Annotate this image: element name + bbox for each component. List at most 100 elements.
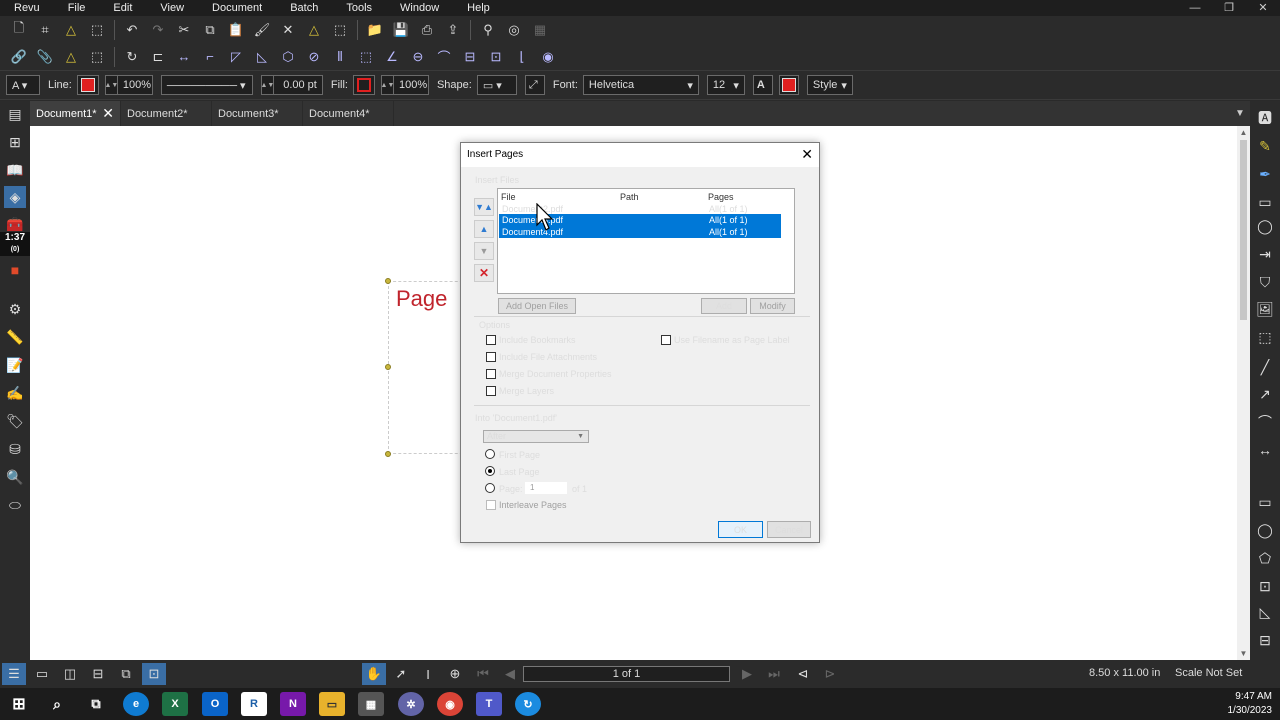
resize-handle[interactable] — [385, 364, 391, 370]
close-icon[interactable]: ✕ — [1246, 0, 1280, 16]
new-document-icon[interactable]: 🗋 — [8, 19, 30, 41]
close-icon[interactable]: ✕ — [801, 146, 813, 163]
attachment-icon[interactable]: 📎 — [34, 46, 56, 68]
search-icon[interactable]: 🔍 — [4, 466, 26, 488]
rectangle-icon[interactable]: ▭ — [1254, 491, 1276, 513]
grid-icon[interactable]: ▦ — [529, 19, 551, 41]
menu-revu[interactable]: Revu — [0, 2, 54, 14]
fill-opacity-field[interactable]: 100% — [392, 75, 429, 95]
onenote-icon[interactable]: N — [280, 692, 306, 716]
link-icon[interactable]: 🔗 — [8, 46, 30, 68]
polyline-icon[interactable]: ⊡ — [1254, 575, 1276, 597]
forward-view-icon[interactable]: ⊳ — [818, 663, 842, 685]
file-explorer-icon[interactable]: ▭ — [319, 692, 345, 716]
undo-icon[interactable]: ↶ — [121, 19, 143, 41]
zoom-icon[interactable]: ⊕ — [443, 663, 467, 685]
measure-corner-icon[interactable]: ⌊ — [511, 46, 533, 68]
stamp-tool-icon[interactable]: ⛉ — [1254, 271, 1276, 293]
cancel-button[interactable]: Cancel — [767, 521, 811, 538]
scroll-down-icon[interactable]: ▼ — [1237, 649, 1250, 658]
signatures-icon[interactable]: ✍ — [4, 382, 26, 404]
measure-length-icon[interactable]: ↔ — [173, 46, 195, 68]
task-view-icon[interactable]: ⧉ — [83, 692, 109, 716]
tab-document4[interactable]: Document4* — [303, 101, 394, 126]
sync-icon[interactable]: ⧉ — [114, 663, 138, 685]
scroll-up-icon[interactable]: ▲ — [1237, 128, 1250, 137]
back-view-icon[interactable]: ⊲ — [791, 663, 815, 685]
resize-handle[interactable] — [385, 451, 391, 457]
measure-width-icon[interactable]: ⊟ — [459, 46, 481, 68]
interleave-checkbox[interactable] — [486, 500, 496, 510]
grid-view-icon[interactable]: ⊞ — [4, 131, 26, 153]
markup-alert-icon[interactable]: △ — [303, 19, 325, 41]
tab-document1[interactable]: Document1* ✕ — [30, 101, 121, 126]
minimize-icon[interactable]: — — [1178, 0, 1212, 16]
menu-tools[interactable]: Tools — [332, 2, 386, 14]
select-icon[interactable]: ⬚ — [86, 19, 108, 41]
crop-icon[interactable]: ⌗ — [34, 19, 56, 41]
windows-start-icon[interactable]: ⊞ — [6, 692, 32, 716]
line-color-picker[interactable] — [76, 75, 99, 95]
fill-opacity-spinner[interactable]: ▲▼ — [381, 75, 394, 95]
tabs-dropdown-icon[interactable]: ▼ — [1230, 101, 1250, 126]
callout-icon[interactable]: ▭ — [1254, 191, 1276, 213]
measure-arc-icon[interactable]: ⌒ — [433, 46, 455, 68]
count-icon[interactable]: ⫴ — [329, 46, 351, 68]
taskbar-clock[interactable]: 9:47 AM 1/30/2023 — [1212, 690, 1273, 718]
line-style-dropdown[interactable]: ───────── ▾ — [160, 75, 253, 95]
image-icon[interactable]: 🖼 — [1254, 298, 1276, 320]
dimension-icon[interactable]: ↔ — [1254, 439, 1276, 461]
line-opacity-field[interactable]: 100% — [116, 75, 153, 95]
edge-icon[interactable]: e — [123, 692, 149, 716]
format-painter-icon[interactable]: 🖌 — [251, 19, 273, 41]
page-indicator[interactable]: 1 of 1 — [523, 666, 730, 682]
settings-icon[interactable]: ✲ — [398, 692, 424, 716]
delete-icon[interactable]: ✕ — [277, 19, 299, 41]
scrollbar-thumb[interactable] — [1240, 140, 1247, 320]
page-number-input[interactable]: 1 — [525, 482, 567, 494]
bluebeam-icon[interactable]: ↻ — [515, 692, 541, 716]
split-vertical-icon[interactable]: ◫ — [58, 663, 82, 685]
paste-icon[interactable]: 📋 — [225, 19, 247, 41]
print-icon[interactable]: ⎙ — [416, 19, 438, 41]
text-style-dropdown[interactable]: A ▾ — [6, 75, 40, 95]
rotate-icon[interactable]: ↻ — [121, 46, 143, 68]
use-filename-checkbox[interactable] — [661, 335, 671, 345]
menu-view[interactable]: View — [146, 2, 198, 14]
menu-help[interactable]: Help — [453, 2, 504, 14]
cloud-icon[interactable]: ◯ — [1254, 215, 1276, 237]
page-markup-text[interactable]: Page — [396, 286, 447, 312]
previous-page-icon[interactable]: ◀ — [498, 663, 522, 685]
snapshot-icon[interactable]: ⬚ — [329, 19, 351, 41]
menu-edit[interactable]: Edit — [99, 2, 146, 14]
add-button[interactable]: Add — [701, 298, 747, 314]
save-icon[interactable]: 💾 — [390, 19, 412, 41]
file-column-header[interactable]: File — [501, 192, 516, 202]
path-column-header[interactable]: Path — [620, 192, 639, 202]
move-to-top-icon[interactable]: ▼▲ — [474, 198, 494, 216]
last-page-icon[interactable]: ⏭ — [762, 663, 786, 685]
crop-view-icon[interactable]: ⊡ — [142, 663, 166, 685]
settings-icon[interactable]: ⚙ — [4, 298, 26, 320]
stamps-icon[interactable]: ⛁ — [4, 438, 26, 460]
line-opacity-spinner[interactable]: ▲▼ — [104, 75, 118, 95]
resize-icon[interactable]: ⤢ — [524, 75, 545, 95]
crop-region-icon[interactable]: ⬚ — [86, 46, 108, 68]
resize-handle[interactable] — [385, 278, 391, 284]
measure-circle-icon[interactable]: ◉ — [537, 46, 559, 68]
ok-button[interactable]: OK — [718, 521, 763, 538]
pan-icon[interactable]: ✋ — [362, 663, 386, 685]
pen-icon[interactable]: ✒ — [1254, 163, 1276, 185]
menu-document[interactable]: Document — [198, 2, 276, 14]
include-bookmarks-checkbox[interactable] — [486, 335, 496, 345]
polygon-icon[interactable]: ⬠ — [1254, 547, 1276, 569]
arc-icon[interactable]: ⌒ — [1254, 411, 1276, 433]
measure-polylength-icon[interactable]: ⌐ — [199, 46, 221, 68]
shape-dropdown[interactable]: ▭ ▾ — [476, 75, 517, 95]
snapshot-tool-icon[interactable]: ⬚ — [1254, 326, 1276, 348]
excel-icon[interactable]: X — [162, 692, 188, 716]
include-attachments-checkbox[interactable] — [486, 352, 496, 362]
measure-perimeter-icon[interactable]: ◺ — [251, 46, 273, 68]
font-size-dropdown[interactable]: 12 ▾ — [706, 75, 745, 95]
measure-angle-icon[interactable]: ∠ — [381, 46, 403, 68]
